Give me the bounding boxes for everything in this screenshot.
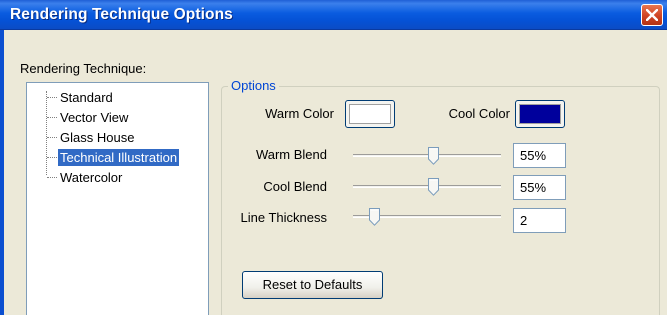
cool-blend-field[interactable]: 55% xyxy=(513,175,566,200)
slider-thumb-icon[interactable] xyxy=(428,147,439,165)
warm-color-button[interactable] xyxy=(345,100,395,128)
slider-thumb-icon[interactable] xyxy=(369,208,380,226)
close-button[interactable] xyxy=(641,4,663,26)
line-thickness-field[interactable]: 2 xyxy=(513,208,566,233)
cool-blend-label: Cool Blend xyxy=(263,179,327,194)
cool-color-button[interactable] xyxy=(515,100,565,128)
tree-item-label: Technical Illustration xyxy=(58,148,180,166)
tree-branch xyxy=(47,176,57,178)
warm-color-swatch xyxy=(349,104,391,124)
warm-blend-label: Warm Blend xyxy=(255,147,327,162)
close-x-icon xyxy=(646,9,658,21)
cool-color-label: Cool Color xyxy=(448,106,510,121)
warm-color-label: Warm Color xyxy=(265,106,334,121)
cool-color-swatch xyxy=(519,104,561,124)
rendering-technique-label: Rendering Technique: xyxy=(20,61,147,76)
window-title: Rendering Technique Options xyxy=(10,6,233,23)
options-legend: Options xyxy=(228,78,279,93)
tree-item-label: Standard xyxy=(60,89,113,105)
warm-blend-slider[interactable] xyxy=(353,145,501,165)
tree-item-technical-illustration[interactable]: Technical Illustration xyxy=(47,148,180,166)
line-thickness-label: Line Thickness xyxy=(240,210,327,225)
tree-item-label: Vector View xyxy=(60,109,129,125)
warm-blend-field[interactable]: 55% xyxy=(513,143,566,168)
tree-branch xyxy=(47,96,57,98)
slider-track xyxy=(353,154,501,157)
tree-item-vector-view[interactable]: Vector View xyxy=(47,108,130,126)
tree-item-label: Watercolor xyxy=(60,169,123,185)
reset-to-defaults-button[interactable]: Reset to Defaults xyxy=(242,271,383,299)
tree-item-glass-house[interactable]: Glass House xyxy=(47,128,136,146)
line-thickness-slider[interactable] xyxy=(353,206,501,226)
tree-branch xyxy=(47,136,57,138)
tree-item-label: Glass House xyxy=(60,129,135,145)
technique-tree[interactable]: Standard Vector View Glass House Technic… xyxy=(26,82,209,315)
title-bar[interactable]: Rendering Technique Options xyxy=(0,0,667,30)
slider-thumb-icon[interactable] xyxy=(428,178,439,196)
tree-item-standard[interactable]: Standard xyxy=(47,88,115,106)
rendering-options-dialog: Rendering Technique Options Rendering Te… xyxy=(0,0,667,315)
tree-branch xyxy=(47,116,57,118)
cool-blend-slider[interactable] xyxy=(353,176,501,196)
window-frame-left xyxy=(0,30,4,315)
slider-track xyxy=(353,185,501,188)
tree-branch xyxy=(47,156,57,158)
tree-item-watercolor[interactable]: Watercolor xyxy=(47,168,124,186)
